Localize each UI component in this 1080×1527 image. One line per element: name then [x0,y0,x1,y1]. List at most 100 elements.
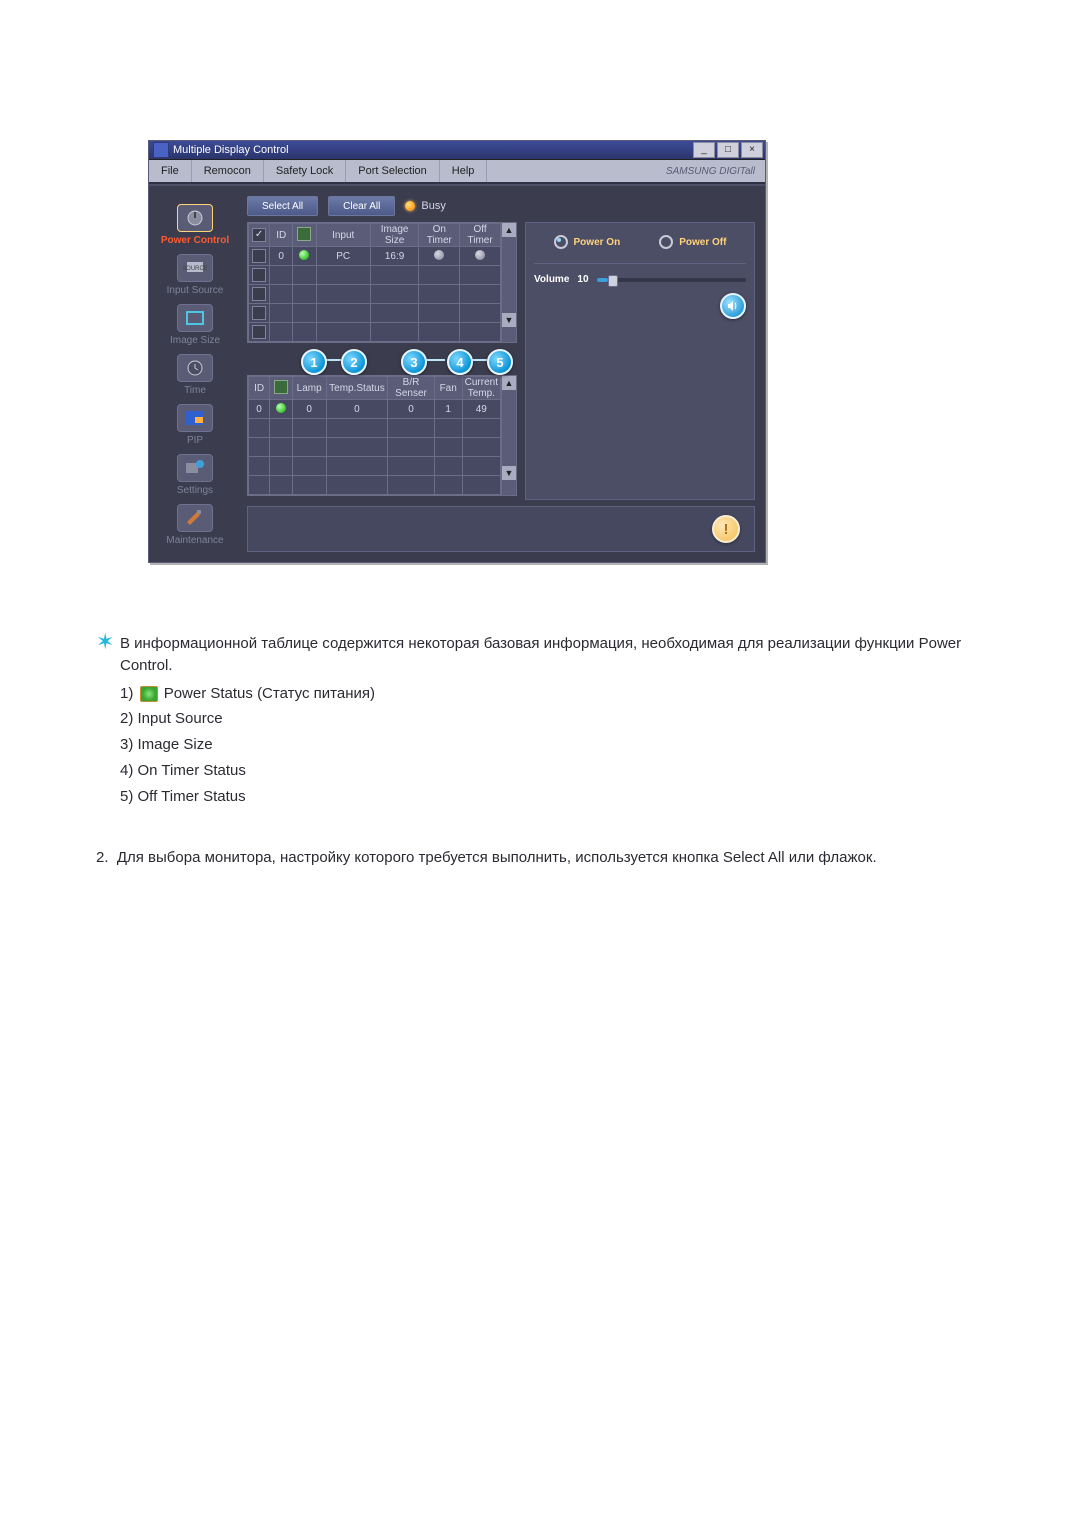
app-icon [153,142,169,158]
busy-led-icon [405,201,415,211]
svg-text:SOURCE: SOURCE [183,266,207,272]
scrollbar[interactable]: ▲ ▼ [501,376,516,495]
table-row[interactable] [249,438,501,457]
busy-indicator: Busy [405,200,445,212]
power-off-radio[interactable]: Power Off [659,235,726,249]
sidebar-item-label: PIP [187,435,203,446]
cell-status [270,400,293,419]
clear-all-button[interactable]: Clear All [328,196,395,216]
cell-off-timer [460,247,501,266]
radio-label: Power Off [679,237,726,248]
sidebar-item-label: Power Control [161,235,229,246]
table-row[interactable]: 0 PC 16:9 [249,247,501,266]
client-area: Power Control SOURCE Input Source Image … [149,184,765,562]
callout-5: 5 [487,349,513,375]
pip-icon [177,404,213,432]
menu-portselection[interactable]: Port Selection [346,160,439,182]
menu-help[interactable]: Help [440,160,488,182]
legend-item-5: 5) Off Timer Status [120,786,1016,808]
sidebar-item-maintenance[interactable]: Maintenance [166,504,223,546]
status-led-icon [299,250,309,260]
callout-2: 2 [341,349,367,375]
callout-1: 1 [301,349,327,375]
alert-icon: ! [712,515,740,543]
col-lamp: Lamp [292,377,326,400]
menubar: File Remocon Safety Lock Port Selection … [149,160,765,184]
table-row[interactable] [249,266,501,285]
document-page: Multiple Display Control _ □ × File Remo… [0,0,1080,949]
table-row[interactable] [249,304,501,323]
col-id: ID [249,377,270,400]
cell-input: PC [316,247,370,266]
sidebar-item-label: Maintenance [166,535,223,546]
callout-4: 4 [447,349,473,375]
radio-icon [659,235,673,249]
cell-br-senser: 0 [388,400,434,419]
callouts: 1 2 3 4 5 [247,347,517,375]
legend-item-3: 3) Image Size [120,734,1016,756]
col-id: ID [270,224,293,247]
volume-slider[interactable] [597,278,746,282]
input-icon: SOURCE [177,254,213,282]
cell-status [293,247,317,266]
sidebar-item-label: Image Size [170,335,220,346]
sidebar-item-settings[interactable]: Settings [177,454,213,496]
close-button[interactable]: × [741,142,763,158]
table-header-row: ID Lamp Temp.Status B/R Senser Fan Curre… [249,377,501,400]
note-intro: ✶ В информационной таблице содержится не… [96,633,1016,677]
table-row[interactable]: 0 0 0 0 1 49 [249,400,501,419]
scroll-up-icon[interactable]: ▲ [502,223,516,237]
sound-button[interactable] [720,293,746,319]
table-row[interactable] [249,457,501,476]
cell-current-temp: 49 [462,400,500,419]
toolbar: Select All Clear All Busy [247,196,755,216]
menu-file[interactable]: File [149,160,192,182]
table-row[interactable] [249,285,501,304]
cell-id: 0 [270,247,293,266]
callout-3: 3 [401,349,427,375]
row-checkbox[interactable] [249,247,270,266]
scrollbar[interactable]: ▲ ▼ [501,223,516,342]
sidebar-item-time[interactable]: Time [177,354,213,396]
table-header-row: ID Input Image Size On Timer Off Timer [249,224,501,247]
volume-row: Volume 10 [534,274,746,285]
menu-safetylock[interactable]: Safety Lock [264,160,346,182]
scroll-down-icon[interactable]: ▼ [502,466,516,480]
timer-led-icon [434,250,444,260]
table-row[interactable] [249,476,501,495]
power-status-header-icon [297,227,311,241]
cell-id: 0 [249,400,270,419]
legend-list: 1) Power Status (Статус питания) 2) Inpu… [120,683,1016,808]
col-on-timer: On Timer [419,224,460,247]
note-para2: 2. Для выбора монитора, настройку которо… [96,847,1016,869]
menu-remocon[interactable]: Remocon [192,160,264,182]
minimize-button[interactable]: _ [693,142,715,158]
col-input: Input [316,224,370,247]
table-row[interactable] [249,419,501,438]
titlebar: Multiple Display Control _ □ × [149,141,765,160]
slider-thumb[interactable] [608,275,618,287]
power-on-radio[interactable]: Power On [554,235,621,249]
note-intro-text: В информационной таблице содержится неко… [120,633,1016,677]
select-all-checkbox[interactable] [249,224,270,247]
sidebar-item-label: Settings [177,485,213,496]
select-all-button[interactable]: Select All [247,196,318,216]
status-table: ID Lamp Temp.Status B/R Senser Fan Curre… [247,375,517,496]
sidebar-item-input-source[interactable]: SOURCE Input Source [167,254,224,296]
scroll-up-icon[interactable]: ▲ [502,376,516,390]
sidebar: Power Control SOURCE Input Source Image … [149,186,241,562]
settings-icon [177,454,213,482]
main-panel: Select All Clear All Busy [241,186,765,562]
sidebar-item-image-size[interactable]: Image Size [170,304,220,346]
clock-icon [177,354,213,382]
notes-section: ✶ В информационной таблице содержится не… [96,633,1016,869]
table-row[interactable] [249,323,501,342]
sidebar-item-power-control[interactable]: Power Control [161,204,229,246]
scroll-down-icon[interactable]: ▼ [502,313,516,327]
status-led-icon [276,403,286,413]
sidebar-item-pip[interactable]: PIP [177,404,213,446]
cell-fan: 1 [434,400,462,419]
right-panel: Power On Power Off Volume 10 [525,222,755,500]
volume-value: 10 [577,274,588,285]
maximize-button[interactable]: □ [717,142,739,158]
